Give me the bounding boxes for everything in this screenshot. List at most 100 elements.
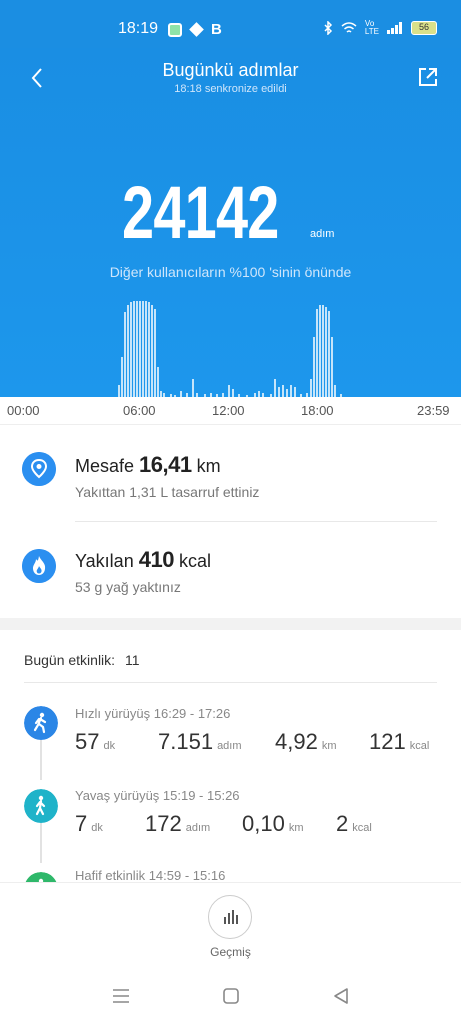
activity-count-title: Bugün etkinlik: 11 [24, 652, 140, 668]
activity-name: Yavaş yürüyüş 15:19 - 15:26 [75, 788, 240, 803]
steps-value: 7.151 adım [158, 729, 242, 754]
step-bar [139, 301, 141, 397]
distance-value: 0,10 km [242, 811, 304, 836]
calories-value: 410 [138, 547, 175, 572]
step-bar [316, 309, 318, 397]
divider [75, 521, 437, 522]
step-bar [136, 301, 138, 397]
step-bar [325, 307, 327, 397]
step-bar [148, 302, 150, 397]
step-bar [121, 357, 123, 397]
back-icon[interactable] [332, 987, 350, 1005]
divider [24, 682, 437, 683]
activity-stats: 57 dk 7.151 adım 4,92 km 121 kcal [75, 729, 445, 759]
location-pin-icon [22, 452, 56, 486]
fast-walk-icon [24, 706, 58, 740]
calories-label: Yakılan [75, 551, 134, 571]
duration-value: 57 dk [75, 729, 116, 754]
sync-status: 18:18 senkronize edildi [174, 83, 287, 95]
steps-hero: Bugünkü adımlar 18:18 senkronize edildi … [0, 48, 461, 397]
hourly-steps-chart [118, 301, 342, 397]
share-icon[interactable] [417, 66, 439, 88]
step-unit: adım [310, 228, 335, 240]
step-bar [282, 385, 284, 397]
history-button[interactable] [208, 895, 252, 939]
step-bar [313, 337, 315, 397]
kcal-value: 121 kcal [369, 729, 430, 754]
step-bar [290, 385, 292, 397]
section-separator [0, 618, 461, 630]
activity-name: Hızlı yürüyüş 16:29 - 17:26 [75, 706, 231, 721]
battery-icon: 56 [411, 21, 437, 35]
distance-unit: km [196, 456, 221, 476]
step-count: 24142 [122, 171, 279, 254]
history-label: Geçmiş [210, 945, 251, 959]
axis-label: 23:59 [417, 403, 450, 418]
axis-label: 18:00 [301, 403, 334, 418]
step-bar [331, 337, 333, 397]
activity-stats: 7 dk 172 adım 0,10 km 2 kcal [75, 811, 445, 841]
page-title: Bugünkü adımlar [162, 60, 299, 80]
step-bar [151, 305, 153, 397]
notification-icons: B [168, 21, 222, 38]
step-bar [157, 367, 159, 397]
step-bar [286, 389, 288, 397]
step-bar [154, 309, 156, 397]
cube-notification-icon [189, 22, 204, 37]
step-bar [124, 312, 126, 397]
axis-label: 06:00 [123, 403, 156, 418]
step-bar [322, 305, 324, 397]
step-bar [145, 301, 147, 397]
timeline-connector [40, 823, 42, 863]
menu-icon[interactable] [112, 988, 130, 1004]
home-icon[interactable] [222, 987, 240, 1005]
step-bar [192, 379, 194, 397]
step-bar [232, 389, 234, 397]
step-bar [278, 387, 280, 397]
step-bar [133, 301, 135, 397]
status-bar: 18:19 B Vo LTE 56 [0, 0, 461, 48]
timeline-connector [40, 740, 42, 780]
calories-sub: 53 g yağ yaktınız [75, 579, 181, 595]
system-nav-bar [0, 972, 461, 1024]
distance-main: Mesafe 16,41 km [75, 452, 221, 478]
system-icons: Vo LTE 56 [323, 20, 437, 36]
wifi-icon [341, 22, 357, 33]
steps-value: 172 adım [145, 811, 211, 836]
bluetooth-icon [324, 21, 332, 35]
calories-unit: kcal [178, 551, 211, 571]
signal-icon [387, 22, 402, 34]
kcal-value: 2 kcal [336, 811, 372, 836]
time-axis: 00:00 06:00 12:00 18:00 23:59 [0, 397, 461, 425]
step-bar [310, 379, 312, 397]
duration-value: 7 dk [75, 811, 103, 836]
step-bar [328, 311, 330, 397]
step-bar [274, 379, 276, 397]
step-bar [294, 387, 296, 397]
step-bar [118, 385, 120, 397]
bar-chart-icon [224, 910, 238, 924]
calories-main: Yakılan 410 kcal [75, 547, 211, 573]
step-bar [127, 305, 129, 397]
b-notification-icon: B [211, 21, 222, 38]
distance-value: 4,92 km [275, 729, 337, 754]
flame-icon [22, 549, 56, 583]
distance-sub: Yakıttan 1,31 L tasarruf ettiniz [75, 484, 260, 500]
rank-text: Diğer kullanıcıların %100 'sinin önünde [109, 264, 352, 280]
axis-label: 00:00 [7, 403, 40, 418]
activity-count: 11 [124, 652, 140, 668]
activity-title-label: Bugün etkinlik: [24, 652, 116, 668]
axis-label: 12:00 [212, 403, 245, 418]
step-bar [319, 305, 321, 397]
app-notification-icon [168, 22, 182, 37]
step-bar [142, 301, 144, 397]
volte-icon: Vo LTE [364, 19, 379, 36]
walk-icon [24, 789, 58, 823]
step-bar [334, 385, 336, 397]
status-time: 18:19 [118, 20, 159, 37]
bottom-bar: Geçmiş [0, 882, 461, 972]
distance-value: 16,41 [139, 452, 192, 477]
distance-label: Mesafe [75, 456, 135, 476]
step-bar [130, 302, 132, 397]
calories-row[interactable]: Yakılan 410 kcal 53 g yağ yaktınız [0, 534, 461, 630]
